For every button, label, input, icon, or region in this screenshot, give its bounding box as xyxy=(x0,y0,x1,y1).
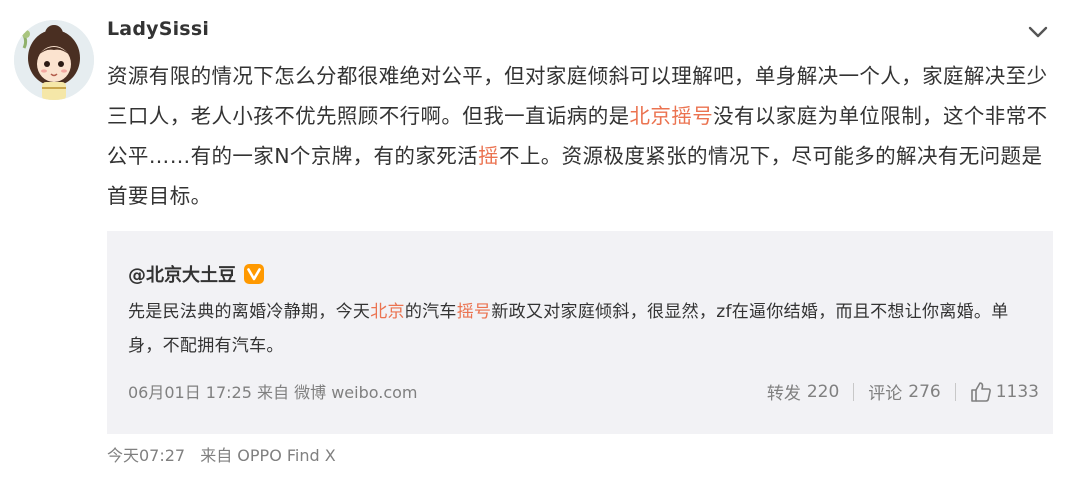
divider xyxy=(853,382,855,401)
thumbs-up-icon xyxy=(970,381,991,402)
username[interactable]: LadySissi xyxy=(107,18,209,40)
post-footer: 今天07:27 来自 OPPO Find X xyxy=(107,442,346,466)
like-count: 1133 xyxy=(995,381,1039,402)
repost-actions: 转发 220 评论 276 1133 xyxy=(766,379,1039,405)
keyword-link[interactable]: 北京 xyxy=(370,302,405,322)
repost-time[interactable]: 06月01日 17:25 xyxy=(128,383,252,402)
repost-button[interactable]: 转发 220 xyxy=(766,379,840,405)
repost-text-segment: 先是民法典的离婚冷静期，今天 xyxy=(128,302,371,322)
chevron-down-icon[interactable] xyxy=(1026,24,1050,40)
post-time[interactable]: 今天07:27 xyxy=(107,446,185,465)
post-source: 来自 OPPO Find X xyxy=(200,446,336,465)
comment-label: 评论 xyxy=(868,384,903,404)
keyword-link[interactable]: 摇号 xyxy=(457,302,492,322)
repost-label: 转发 xyxy=(766,384,801,404)
comment-button[interactable]: 评论 276 xyxy=(868,379,941,405)
avatar-illustration xyxy=(14,20,94,100)
repost-meta: 06月01日 17:25 来自 微博 weibo.com xyxy=(128,379,418,403)
repost-author-name[interactable]: @北京大土豆 xyxy=(128,261,236,287)
avatar[interactable] xyxy=(14,20,94,100)
like-button[interactable]: 1133 xyxy=(970,381,1039,403)
verified-badge-icon xyxy=(244,264,264,284)
repost-card[interactable]: @北京大土豆 先是民法典的离婚冷静期，今天北京的汽车摇号新政又对家庭倾斜，很显然… xyxy=(107,231,1053,434)
divider xyxy=(954,382,956,401)
repost-text-segment: 的汽车 xyxy=(404,302,457,322)
keyword-link[interactable]: 北京摇号 xyxy=(630,104,714,128)
post-text: 资源有限的情况下怎么分都很难绝对公平，但对家庭倾斜可以理解吧，单身解决一个人，家… xyxy=(107,56,1057,216)
repost-count: 220 xyxy=(806,381,840,402)
comment-count: 276 xyxy=(908,381,941,402)
repost-author: @北京大土豆 xyxy=(128,261,264,287)
keyword-link[interactable]: 摇 xyxy=(478,144,499,168)
repost-text: 先是民法典的离婚冷静期，今天北京的汽车摇号新政又对家庭倾斜，很显然，zf在逼你结… xyxy=(128,295,1038,363)
repost-source: 来自 微博 weibo.com xyxy=(257,383,418,402)
